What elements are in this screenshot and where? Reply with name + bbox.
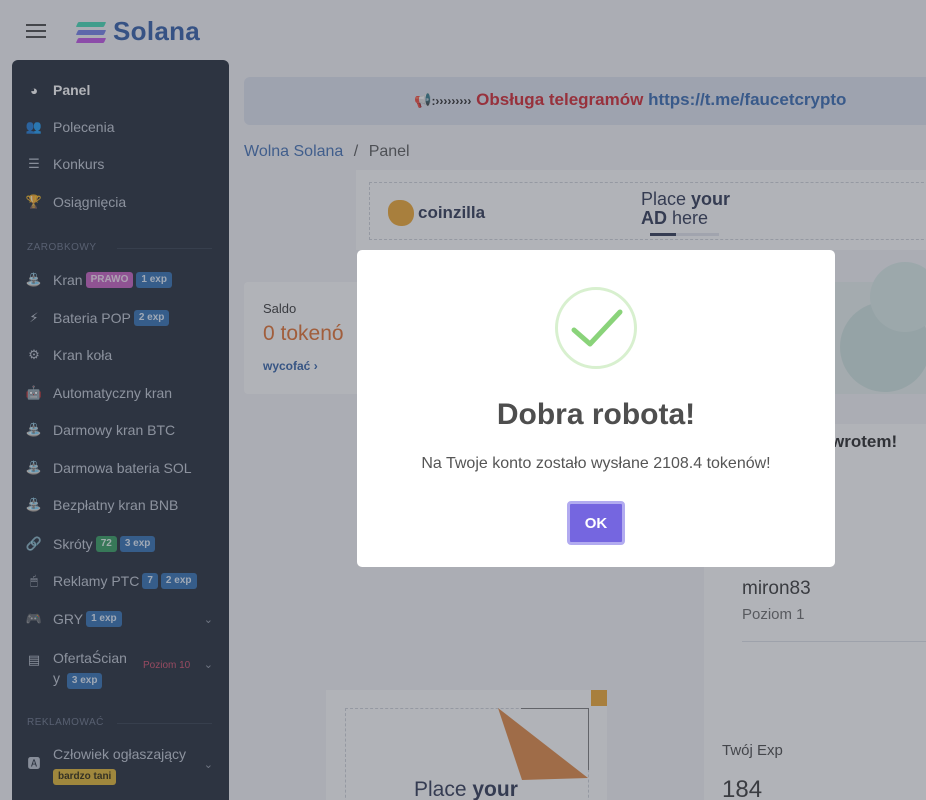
success-check-icon xyxy=(555,287,637,369)
ok-button[interactable]: OK xyxy=(567,501,625,545)
success-dialog: Dobra robota! Na Twoje konto zostało wys… xyxy=(357,250,835,567)
dialog-message: Na Twoje konto zostało wysłane 2108.4 to… xyxy=(421,455,771,472)
dialog-title: Dobra robota! xyxy=(496,398,696,431)
